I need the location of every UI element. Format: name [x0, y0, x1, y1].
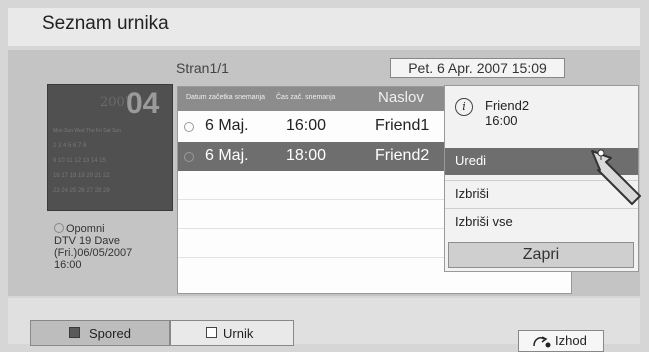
reminder-date: (Fri.)06/05/2007: [54, 247, 133, 259]
reminder-details: Opomni DTV 19 Dave (Fri.)06/05/2007 16:0…: [54, 223, 132, 271]
row-title: Friend2: [375, 147, 430, 164]
row-time: 18:00: [286, 147, 327, 164]
reminder-time: 16:00: [54, 259, 82, 271]
clock-icon: [54, 223, 64, 233]
return-icon: [533, 336, 551, 348]
filled-square-icon: [69, 327, 80, 338]
tab-label: Urnik: [223, 326, 254, 341]
calendar-weekday-headers: Mon Sun Wed Thu Fri Sat Sun: [53, 128, 121, 134]
column-header-date: Datum začetka snemanja: [186, 94, 265, 101]
popup-program-title: Friend2: [485, 98, 530, 113]
mini-calendar: 2007 04 Mon Sun Wed Thu Fri Sat Sun 2 3 …: [47, 84, 173, 211]
row-date: 6 Maj.: [205, 117, 249, 134]
empty-square-icon: [206, 327, 217, 338]
calendar-week: 9 10 11 12 13 14 15: [53, 158, 106, 164]
tab-urnik[interactable]: Urnik: [170, 320, 294, 346]
column-header-title: Naslov: [378, 89, 424, 106]
exit-label: Izhod: [555, 333, 587, 348]
clock-icon: [184, 152, 194, 162]
row-date: 6 Maj.: [205, 147, 249, 164]
calendar-month: 04: [126, 87, 160, 120]
pointer-cursor-icon: [591, 149, 641, 205]
popup-program-time: 16:00: [485, 113, 518, 128]
page-title: Seznam urnika: [42, 13, 169, 34]
tab-spored[interactable]: Spored: [30, 320, 170, 346]
row-time: 16:00: [286, 117, 327, 134]
calendar-week: 2 3 4 5 6 7 8: [53, 143, 87, 149]
reminder-label: Opomni: [66, 223, 105, 235]
column-header-time: Čas zač. snemanja: [276, 94, 336, 101]
reminder-channel: DTV 19 Dave: [54, 235, 121, 247]
current-datetime: Pet. 6 Apr. 2007 15:09: [390, 58, 565, 78]
clock-icon: [184, 122, 194, 132]
exit-button[interactable]: Izhod: [518, 330, 604, 352]
row-title: Friend1: [375, 117, 430, 134]
info-icon: i: [455, 98, 473, 116]
calendar-week: 16 17 18 19 20 21 22: [53, 173, 110, 179]
page-indicator: Stran1/1: [176, 60, 229, 76]
calendar-week: 23 24 25 26 27 28 29: [53, 188, 110, 194]
tab-label: Spored: [89, 326, 131, 341]
close-button[interactable]: Zapri: [448, 242, 634, 268]
